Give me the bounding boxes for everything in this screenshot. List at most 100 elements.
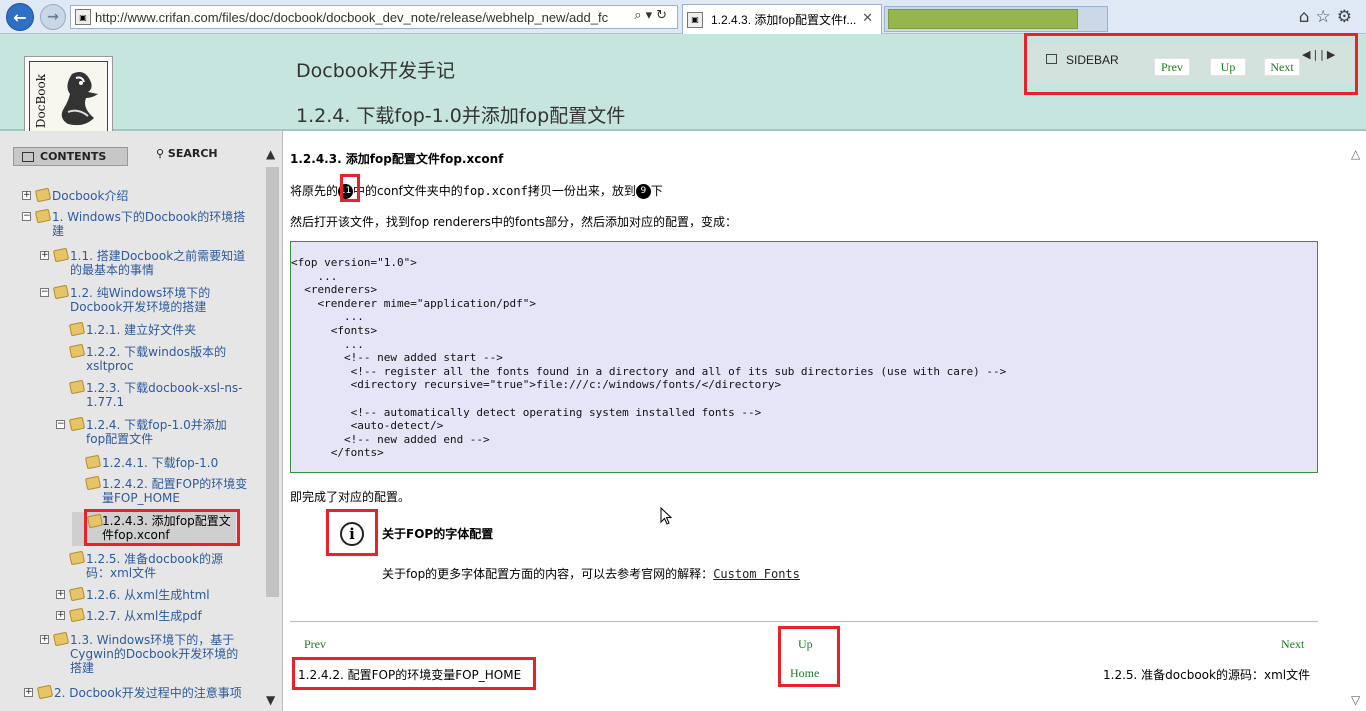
note-body: 关于fop的更多字体配置方面的内容，可以去参考官网的解释：Custom Font… — [382, 565, 800, 582]
page-header: DocBook Docbook开发手记 1.2.4. 下载fop-1.0并添加f… — [0, 33, 1366, 146]
sidebar: CONTENTS ⚲ SEARCH + Docbook介绍 − 1. Windo… — [0, 131, 283, 711]
search-icon: ⚲ — [156, 147, 165, 160]
forward-button[interactable]: → — [40, 4, 66, 30]
logo-book: DocBook — [29, 61, 108, 141]
toc-item-label[interactable]: 1.2.4. 下载fop-1.0并添加fop配置文件 — [72, 418, 242, 446]
toc-item-label[interactable]: 1. Windows下的Docbook的环境搭建 — [38, 210, 248, 238]
mouse-cursor-icon — [660, 507, 672, 525]
toc-item[interactable]: + 1.3. Windows环境下的，基于Cygwin的Docbook开发环境的… — [40, 631, 246, 675]
collapse-icon[interactable]: − — [56, 420, 65, 429]
toc-item[interactable]: 1.2.1. 建立好文件夹 — [68, 321, 247, 337]
toc-item-label[interactable]: 1.2. 纯Windows环境下的Docbook开发环境的搭建 — [56, 286, 246, 314]
footer-prev-link[interactable]: Prev — [304, 637, 326, 652]
book-icon — [22, 151, 34, 162]
footer-divider — [290, 621, 1318, 622]
tab-contents[interactable]: CONTENTS — [13, 147, 128, 166]
highlight-box-up-home — [778, 626, 840, 687]
expand-icon[interactable]: + — [40, 635, 49, 644]
tab-search[interactable]: ⚲ SEARCH — [156, 147, 218, 160]
toc-item-label[interactable]: 1.2.2. 下载windos版本的xsltproc — [72, 345, 247, 373]
expand-icon[interactable]: + — [56, 611, 65, 620]
code-text: <fop version="1.0"> ... <renderers> <ren… — [291, 256, 1007, 460]
toc-item-label[interactable]: 1.1. 搭建Docbook之前需要知道的最基本的事情 — [56, 249, 246, 277]
scroll-thumb[interactable] — [266, 167, 279, 597]
toc-item-label[interactable]: 1.2.4.2. 配置FOP的环境变量FOP_HOME — [88, 477, 248, 505]
toc-item[interactable]: − 1.2.4. 下载fop-1.0并添加fop配置文件 — [56, 416, 242, 446]
toc-item[interactable]: 1.2.3. 下载docbook-xsl-ns-1.77.1 — [68, 379, 247, 409]
section-title: 1.2.4.3. 添加fop配置文件fop.xconf — [290, 152, 504, 166]
toc-item[interactable]: + 1.2.7. 从xml生成pdf — [56, 607, 247, 623]
toc-item[interactable]: 1.2.4.1. 下载fop-1.0 — [84, 454, 248, 470]
toc-item[interactable]: − 1. Windows下的Docbook的环境搭建 — [22, 208, 248, 238]
toc-item[interactable]: 1.2.4.2. 配置FOP的环境变量FOP_HOME — [84, 475, 248, 505]
tab-contents-label: CONTENTS — [40, 150, 107, 163]
logo-text: DocBook — [34, 74, 48, 129]
p1-code: fop.xconf — [462, 184, 528, 198]
toc-item-label[interactable]: 1.2.1. 建立好文件夹 — [72, 323, 247, 337]
collapse-icon[interactable]: − — [40, 288, 49, 297]
tab-search-label: SEARCH — [167, 147, 218, 160]
toc-item[interactable]: + Docbook介绍 — [22, 187, 262, 203]
tab-favicon-icon: ▣ — [687, 11, 703, 28]
footer-next-link[interactable]: Next — [1281, 637, 1304, 652]
toc-item[interactable]: 1.2.5. 准备docbook的源码：xml文件 — [68, 550, 242, 580]
sidebar-scrollbar[interactable]: ▲ ▼ — [264, 147, 281, 707]
expand-icon[interactable]: + — [22, 191, 31, 200]
paragraph-done: 即完成了对应的配置。 — [290, 490, 411, 504]
scroll-down-icon[interactable]: ▼ — [266, 693, 275, 707]
expand-icon[interactable]: + — [24, 688, 33, 697]
note-body-text: 关于fop的更多字体配置方面的内容，可以去参考官网的解释： — [382, 567, 714, 581]
scroll-down-icon[interactable]: ▽ — [1351, 693, 1360, 707]
highlight-box-number — [340, 174, 360, 202]
doc-title: Docbook开发手记 — [296, 60, 456, 82]
toc-item-label[interactable]: 1.2.4.1. 下载fop-1.0 — [88, 456, 248, 470]
highlight-box-current-toc — [84, 509, 240, 546]
highlight-box-sidebar — [1024, 33, 1358, 95]
code-block: <fop version="1.0"> ... <renderers> <ren… — [290, 241, 1318, 473]
paragraph-open-file: 然后打开该文件，找到fop renderers中的fonts部分，然后添加对应的… — [290, 215, 738, 229]
expand-icon[interactable]: + — [56, 590, 65, 599]
home-favorites-settings-icons[interactable]: ⌂☆⚙ — [1299, 7, 1358, 27]
scroll-up-icon[interactable]: △ — [1351, 147, 1360, 161]
footer-next-title[interactable]: 1.2.5. 准备docbook的源码：xml文件 — [1103, 666, 1310, 683]
toc-item-label[interactable]: 2. Docbook开发过程中的注意事项 — [40, 686, 245, 700]
toc-item-label[interactable]: 1.2.5. 准备docbook的源码：xml文件 — [72, 552, 242, 580]
browser-tab-other[interactable] — [884, 6, 1108, 32]
p1-text-b: 中的conf文件夹中的 — [353, 184, 463, 198]
back-button[interactable]: ← — [6, 3, 34, 31]
highlight-box-prev-title — [292, 657, 536, 690]
page-title: 1.2.4. 下载fop-1.0并添加fop配置文件 — [296, 105, 626, 127]
arrow-right-icon: → — [47, 9, 59, 25]
scroll-up-icon[interactable]: ▲ — [266, 147, 275, 161]
tab-title: 1.2.4.3. 添加fop配置文件f... — [711, 13, 857, 27]
toc-item[interactable]: + 1.2.6. 从xml生成html — [56, 586, 247, 602]
toc-item-label[interactable]: 1.2.6. 从xml生成html — [72, 588, 247, 602]
custom-fonts-link[interactable]: Custom Fonts — [713, 567, 800, 581]
search-refresh-icons[interactable]: ⌕▾↻ — [634, 8, 671, 23]
toc-item[interactable]: + 1.1. 搭建Docbook之前需要知道的最基本的事情 — [40, 247, 246, 277]
p1-text-d: 下 — [650, 184, 663, 198]
main-content: 1.2.4.3. 添加fop配置文件fop.xconf 将原先的 11 中的conf… — [284, 131, 1360, 711]
tab-loading-bar — [888, 9, 1078, 29]
toc-item[interactable]: + 2. Docbook开发过程中的注意事项 — [24, 684, 245, 700]
toc-item[interactable]: − 1.2. 纯Windows环境下的Docbook开发环境的搭建 — [40, 284, 246, 314]
expand-icon[interactable]: + — [40, 251, 49, 260]
url-text[interactable]: http://www.crifan.com/files/doc/docbook/… — [95, 10, 625, 25]
toc-item-label[interactable]: 1.3. Windows环境下的，基于Cygwin的Docbook开发环境的搭建 — [56, 633, 246, 675]
toc-item-label[interactable]: 1.2.3. 下载docbook-xsl-ns-1.77.1 — [72, 381, 247, 409]
note-title: 关于FOP的字体配置 — [382, 527, 494, 541]
p1-text-a: 将原先的 — [290, 184, 339, 198]
content-scrollbar[interactable]: △ ▽ — [1348, 131, 1366, 711]
collapse-icon[interactable]: − — [22, 212, 31, 221]
toc-item-label[interactable]: 1.2.7. 从xml生成pdf — [72, 609, 247, 623]
p1-text-c: 拷贝一份出来，放到 — [527, 184, 636, 198]
arrow-left-icon: ← — [13, 7, 27, 27]
browser-tab-active[interactable]: ▣ 1.2.4.3. 添加fop配置文件f... ✕ — [682, 4, 882, 34]
tab-close-icon[interactable]: ✕ — [862, 11, 873, 26]
toc-item[interactable]: 1.2.2. 下载windos版本的xsltproc — [68, 343, 247, 373]
address-bar[interactable]: ▣ http://www.crifan.com/files/doc/docboo… — [70, 5, 678, 29]
circled-number-9-icon: 9 — [635, 184, 651, 199]
browser-toolbar: ← → ▣ http://www.crifan.com/files/doc/do… — [0, 0, 1366, 34]
toc-item-label[interactable]: Docbook介绍 — [38, 189, 262, 203]
duck-icon — [61, 72, 98, 126]
